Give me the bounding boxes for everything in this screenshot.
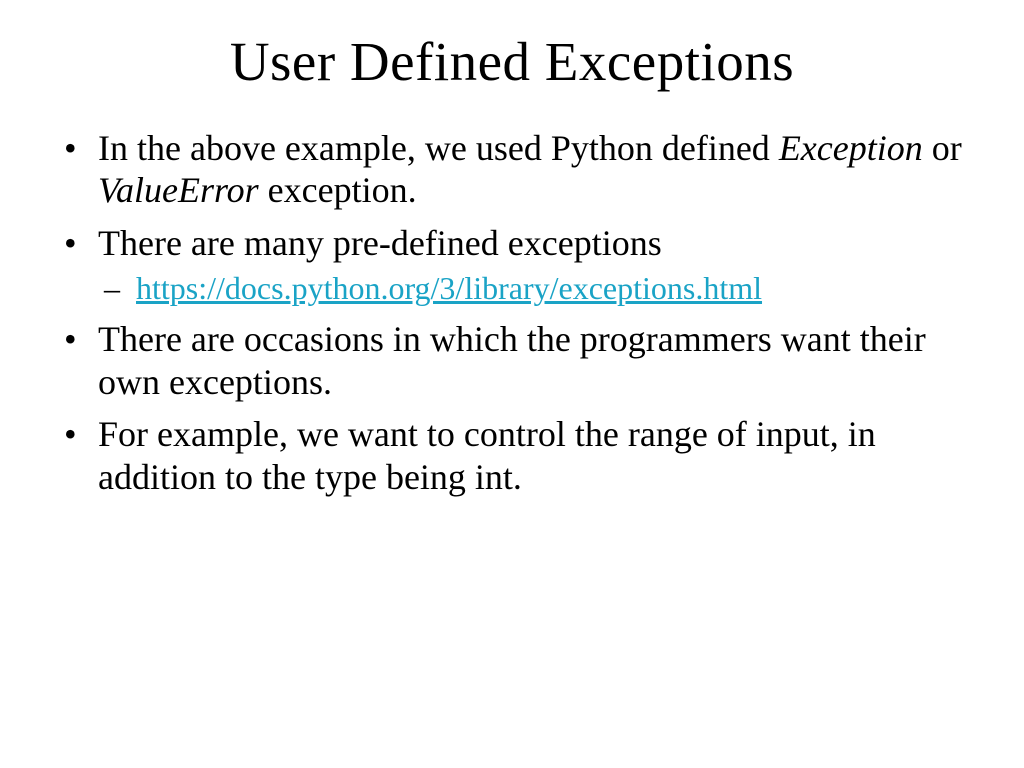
sub-bullet-list: https://docs.python.org/3/library/except…	[98, 270, 968, 308]
bullet-1-em-valueerror: ValueError	[98, 170, 259, 210]
bullet-item-3: There are occasions in which the program…	[56, 318, 968, 403]
bullet-item-2: There are many pre-defined exceptions ht…	[56, 222, 968, 308]
bullet-item-4: For example, we want to control the rang…	[56, 413, 968, 498]
bullet-3-text: There are occasions in which the program…	[98, 319, 926, 401]
bullet-1-em-exception: Exception	[779, 128, 923, 168]
bullet-1-text-mid: or	[923, 128, 962, 168]
bullet-list: In the above example, we used Python def…	[56, 127, 968, 498]
slide: User Defined Exceptions In the above exa…	[0, 0, 1024, 768]
bullet-1-text-pre: In the above example, we used Python def…	[98, 128, 779, 168]
bullet-2-text: There are many pre-defined exceptions	[98, 223, 662, 263]
slide-title: User Defined Exceptions	[56, 30, 968, 93]
sub-bullet-item-link: https://docs.python.org/3/library/except…	[98, 270, 968, 308]
bullet-1-text-post: exception.	[259, 170, 417, 210]
bullet-4-text: For example, we want to control the rang…	[98, 414, 876, 496]
bullet-item-1: In the above example, we used Python def…	[56, 127, 968, 212]
docs-link[interactable]: https://docs.python.org/3/library/except…	[136, 270, 762, 306]
